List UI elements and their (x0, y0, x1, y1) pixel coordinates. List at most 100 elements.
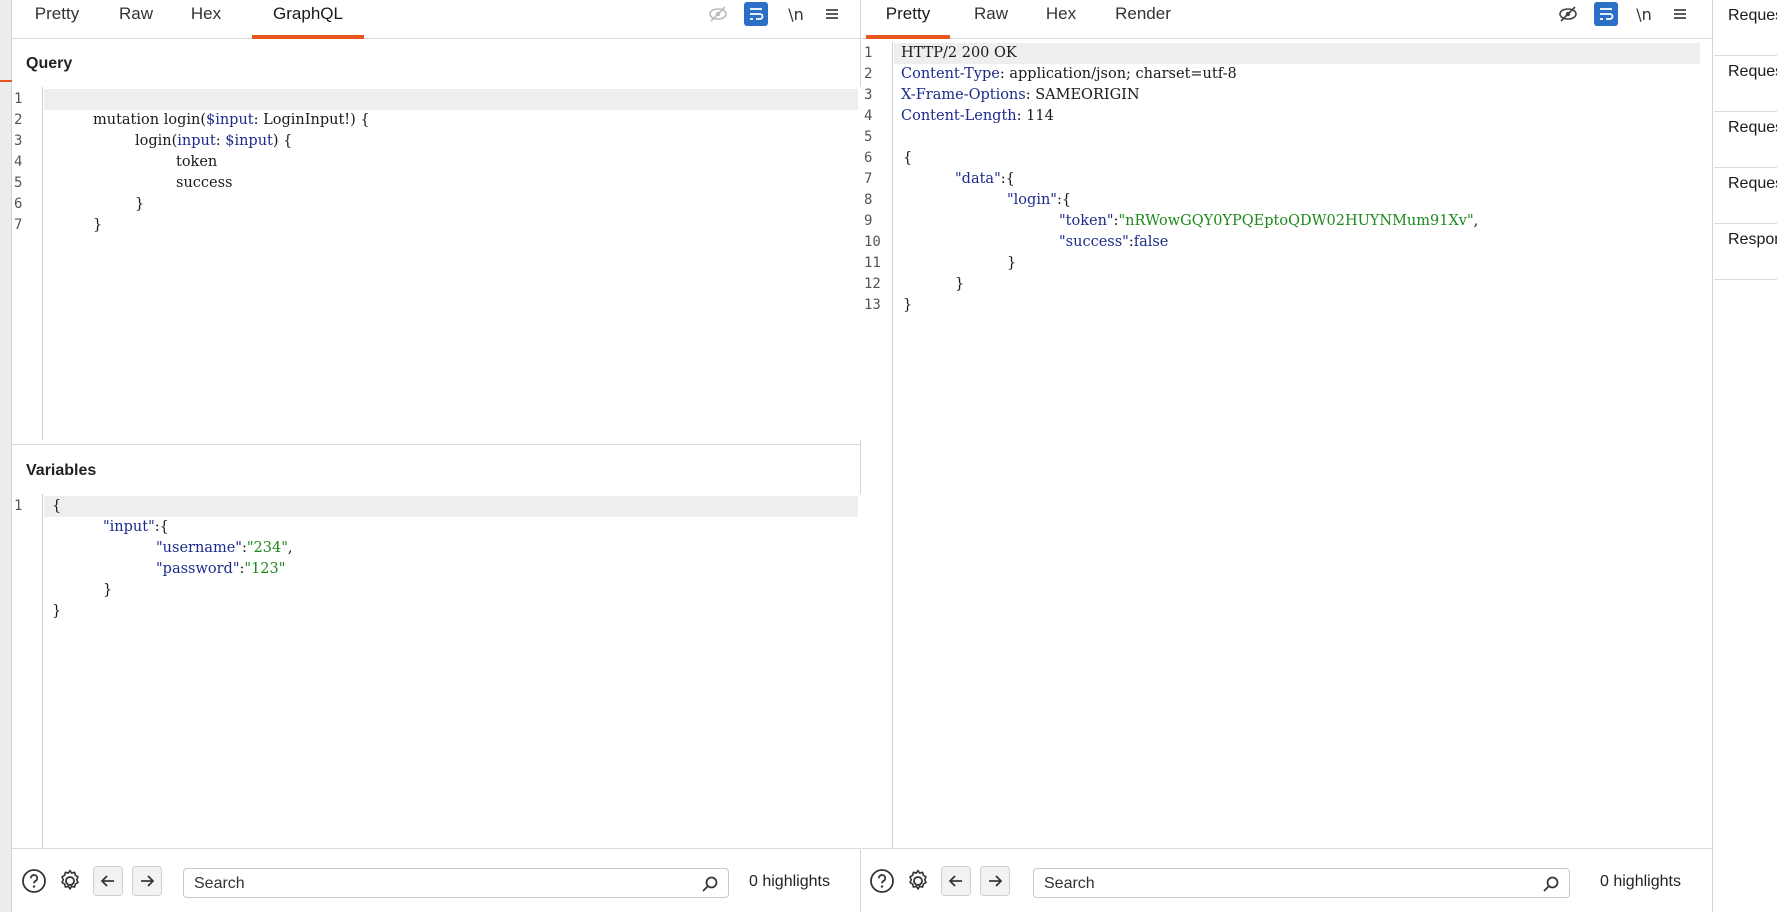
newline-label: \n (788, 4, 804, 24)
query-line-2: mutation login($input: LoginInput!) { (93, 110, 370, 131)
response-tabbar: Pretty Raw Hex Render \n (862, 0, 1712, 39)
wrap-icon (750, 8, 764, 20)
next-match-button[interactable] (132, 866, 162, 896)
inspector-response-headers[interactable]: Response headers (1714, 224, 1777, 280)
line-number: 3 (864, 87, 873, 103)
code-token: mutation login( (93, 112, 206, 128)
show-newlines-button[interactable]: \n (784, 2, 808, 26)
help-icon (22, 869, 46, 893)
header-name: Content-Type (901, 66, 1000, 82)
json-string: "123" (244, 561, 286, 577)
next-match-button[interactable] (980, 866, 1010, 896)
arrow-left-icon (948, 875, 962, 887)
line-number: 7 (14, 217, 23, 233)
menu-icon (826, 9, 838, 19)
header-content-length: Content-Length: 114 (901, 106, 1054, 127)
response-highlights-count: 0 highlights (1600, 873, 1681, 890)
code-variable: $input (225, 133, 273, 149)
tab-response-pretty[interactable]: Pretty (866, 0, 950, 39)
wrap-lines-button[interactable] (1594, 2, 1618, 26)
body-open-brace: { (903, 150, 913, 166)
eye-off-icon (1559, 6, 1577, 22)
tab-response-hex[interactable]: Hex (1034, 0, 1088, 39)
variables-username-line: "username":"234", (156, 538, 292, 559)
previous-match-button[interactable] (941, 866, 971, 896)
tab-request-pretty[interactable]: Pretty (20, 0, 94, 39)
response-search-input[interactable] (1044, 873, 1499, 895)
tab-request-hex[interactable]: Hex (178, 0, 234, 39)
code-token: : LoginInput!) { (253, 112, 370, 128)
line-number: 1 (14, 91, 23, 107)
header-sep: : (1016, 108, 1027, 124)
json-string: "234" (246, 540, 288, 556)
variables-password-line: "password":"123" (156, 559, 285, 580)
response-menu-button[interactable] (1668, 2, 1692, 26)
body-data-close: } (955, 276, 965, 292)
inspector-request-query-parameters[interactable]: Request query parameters (1714, 56, 1777, 112)
variables-editor[interactable]: 1 { "input":{ "username":"234", "passwor… (12, 494, 861, 848)
code-variable: $input (205, 112, 254, 128)
variables-title: Variables (26, 462, 97, 479)
status-line: HTTP/2 200 OK (901, 45, 1017, 61)
line-number: 1 (864, 45, 873, 61)
line-number: 6 (14, 196, 23, 212)
line-number: 12 (864, 276, 881, 292)
line-number: 4 (864, 108, 873, 124)
header-value: 114 (1026, 108, 1054, 124)
request-menu-button[interactable] (820, 2, 844, 26)
line-number: 7 (864, 171, 873, 187)
json-punct: :{ (1056, 192, 1072, 208)
eye-off-icon (709, 6, 727, 22)
hide-nonprintable-button[interactable] (1556, 2, 1580, 26)
hide-nonprintable-button[interactable] (706, 2, 730, 26)
json-punct: :{ (154, 519, 169, 535)
previous-match-button[interactable] (93, 866, 123, 896)
header-name: X-Frame-Options (901, 87, 1026, 103)
tab-request-graphql[interactable]: GraphQL (252, 0, 364, 39)
tab-response-render[interactable]: Render (1102, 0, 1184, 39)
help-button[interactable] (867, 866, 897, 896)
variables-gutter (12, 494, 43, 848)
inspector-request-cookies[interactable]: Request cookies (1714, 168, 1777, 224)
body-data-line: "data":{ (955, 169, 1015, 190)
header-sep: : (1025, 87, 1036, 103)
code-argument: input (177, 133, 216, 149)
query-line-6: } (135, 196, 145, 212)
response-search-box (1033, 868, 1570, 898)
line-number: 1 (14, 498, 23, 514)
query-line-7: } (93, 217, 103, 233)
tab-request-raw[interactable]: Raw (106, 0, 166, 39)
json-key: "success" (1059, 234, 1129, 250)
header-name: Content-Length (901, 108, 1017, 124)
json-key: "login" (1007, 192, 1057, 208)
header-content-type: Content-Type: application/json; charset=… (901, 64, 1237, 85)
code-token: : (215, 133, 226, 149)
settings-button[interactable] (55, 866, 85, 896)
inspector-request-attributes[interactable]: Request attributes (1714, 0, 1777, 56)
json-boolean: false (1133, 234, 1169, 250)
request-search-box (183, 868, 729, 898)
request-search-input[interactable] (194, 873, 657, 895)
json-key: "username" (156, 540, 242, 556)
settings-button[interactable] (903, 866, 933, 896)
show-newlines-button[interactable]: \n (1632, 2, 1656, 26)
wrap-lines-button[interactable] (744, 2, 768, 26)
request-footer: 0 highlights (12, 848, 860, 912)
line-number: 3 (14, 133, 23, 149)
query-variables-divider[interactable] (12, 444, 860, 445)
arrow-right-icon (141, 875, 155, 887)
line-number: 13 (864, 297, 881, 313)
variables-inner-close: } (103, 582, 113, 598)
response-viewer[interactable]: 1 2 3 4 5 6 7 8 9 10 11 12 13 HTTP/2 200… (862, 42, 1712, 848)
arrow-right-icon (989, 875, 1003, 887)
query-editor[interactable]: 1 2 3 4 5 6 7 mutation login($input: Log… (12, 87, 861, 440)
help-button[interactable] (19, 866, 49, 896)
body-success-line: "success":false (1059, 232, 1168, 253)
json-punct: :{ (1000, 171, 1015, 187)
header-x-frame-options: X-Frame-Options: SAMEORIGIN (901, 85, 1140, 106)
tab-response-raw[interactable]: Raw (962, 0, 1020, 39)
gear-icon (909, 869, 927, 890)
wrap-icon (1600, 8, 1614, 20)
inspector-request-body-parameters[interactable]: Request body parameters (1714, 112, 1777, 168)
current-line-highlight (44, 89, 858, 110)
